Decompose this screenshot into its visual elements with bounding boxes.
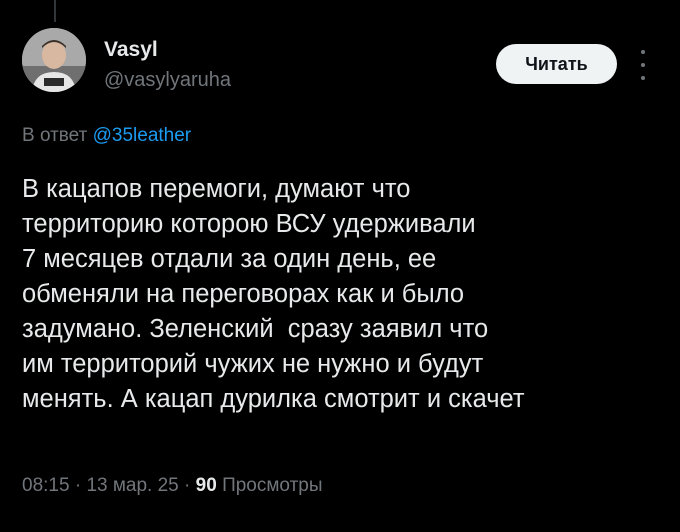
meta-separator: ·: [74, 475, 82, 496]
follow-button[interactable]: Читать: [496, 44, 617, 84]
meta-separator: ·: [184, 475, 191, 496]
more-dot: [641, 76, 645, 80]
tweet-text-line: территорию которою ВСУ удерживали: [22, 210, 476, 238]
thread-connector-line: [54, 0, 56, 22]
views-count: 90: [195, 475, 217, 496]
tweet-text-line: обменяли на переговорах как и было: [22, 280, 465, 308]
avatar-photo-icon: [22, 28, 86, 92]
author-handle[interactable]: @vasylyaruha: [104, 68, 231, 92]
more-dot: [641, 63, 645, 67]
reply-context: В ответ @35leather: [22, 124, 191, 148]
author-name[interactable]: Vasyl: [104, 38, 231, 62]
tweet-text-line: В кацапов перемоги, думают что: [22, 175, 411, 203]
avatar[interactable]: [22, 28, 86, 92]
more-dot: [641, 50, 645, 54]
tweet-author: Vasyl @vasylyaruha: [104, 38, 231, 92]
reply-prefix: В ответ: [22, 125, 88, 146]
tweet-text: В кацапов перемоги, думают что территори…: [22, 172, 662, 417]
tweet-text-line: 7 месяцев отдали за один день, ее: [22, 245, 437, 273]
reply-handle-link[interactable]: @35leather: [93, 125, 192, 146]
more-vertical-icon[interactable]: [636, 50, 650, 80]
tweet-metadata: 08:15 · 13 мар. 25 · 90 Просмотры: [22, 474, 323, 498]
tweet-text-line: им территорий чужих не нужно и будут: [22, 350, 484, 378]
tweet-text-line: задумано. Зеленский сразу заявил что: [22, 315, 489, 343]
tweet-date[interactable]: 13 мар. 25: [86, 475, 178, 496]
tweet-text-line: менять. А кацап дурилка смотрит и скачет: [22, 385, 525, 413]
tweet-time[interactable]: 08:15: [22, 475, 70, 496]
views-label: Просмотры: [222, 475, 323, 496]
